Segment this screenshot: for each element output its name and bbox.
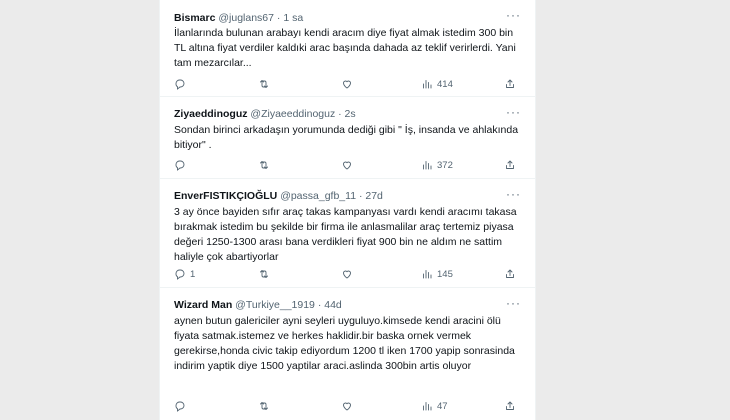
- tweet-actions: 372: [174, 158, 519, 172]
- more-icon[interactable]: ···: [506, 187, 521, 201]
- views-count: 145: [437, 268, 453, 280]
- author-name[interactable]: Bismarc: [174, 12, 215, 24]
- retweet-button[interactable]: [258, 399, 270, 413]
- tweet[interactable]: Bismarc @juglans67 · 1 sa ··· İlanlarınd…: [160, 0, 535, 97]
- tweet[interactable]: Ziyaeddinoguz @Ziyaeeddinoguz · 2s ··· S…: [160, 97, 535, 179]
- more-icon[interactable]: ···: [506, 296, 521, 310]
- tweet-actions: 414: [174, 77, 519, 91]
- tweet-text: İlanlarında bulunan arabayı kendi aracım…: [174, 27, 516, 69]
- reply-feed: Bismarc @juglans67 · 1 sa ··· İlanlarınd…: [159, 0, 536, 420]
- share-icon: [506, 401, 514, 410]
- views-icon: [423, 402, 432, 411]
- author-name[interactable]: EnverFISTIKÇIOĞLU: [174, 190, 277, 202]
- reply-icon: [175, 401, 185, 412]
- tweet-time[interactable]: · 2s: [338, 108, 356, 120]
- tweet-actions: 1 145: [174, 267, 519, 281]
- reply-button[interactable]: [174, 399, 190, 413]
- retweet-button[interactable]: [258, 77, 270, 91]
- like-button[interactable]: [341, 267, 353, 281]
- retweet-icon: [260, 80, 268, 88]
- tweet-text: aynen butun galericiler ayni seyleri uyg…: [174, 315, 515, 372]
- retweet-icon: [260, 402, 268, 410]
- views-button[interactable]: 372: [421, 158, 453, 172]
- share-button[interactable]: [504, 399, 516, 413]
- views-icon: [423, 161, 432, 170]
- tweet-time[interactable]: · 1 sa: [277, 12, 303, 24]
- share-icon: [506, 269, 514, 278]
- reply-button[interactable]: 1: [174, 267, 195, 281]
- tweet-header: Bismarc @juglans67 · 1 sa: [174, 12, 303, 24]
- like-button[interactable]: [341, 399, 353, 413]
- tweet[interactable]: Wizard Man @Turkiye__1919 · 44d ··· ayne…: [160, 288, 535, 420]
- share-button[interactable]: [504, 267, 516, 281]
- reply-button[interactable]: [174, 158, 190, 172]
- views-button[interactable]: 47: [421, 399, 448, 413]
- author-handle[interactable]: @passa_gfb_11: [280, 190, 356, 202]
- share-button[interactable]: [504, 158, 516, 172]
- author-name[interactable]: Ziyaeddinoguz: [174, 108, 248, 120]
- share-icon: [506, 79, 514, 88]
- like-button[interactable]: [341, 158, 353, 172]
- share-icon: [506, 160, 514, 169]
- retweet-button[interactable]: [258, 267, 270, 281]
- like-button[interactable]: [341, 77, 353, 91]
- tweet-header: Ziyaeddinoguz @Ziyaeeddinoguz · 2s: [174, 108, 356, 120]
- views-count: 414: [437, 78, 453, 90]
- views-button[interactable]: 145: [421, 267, 453, 281]
- tweet-time[interactable]: · 44d: [318, 299, 342, 311]
- author-name[interactable]: Wizard Man: [174, 299, 232, 311]
- tweet-actions: 47: [174, 399, 519, 413]
- retweet-icon: [260, 161, 268, 169]
- reply-count: 1: [190, 268, 196, 280]
- reply-button[interactable]: [174, 77, 190, 91]
- views-icon: [423, 270, 432, 279]
- reply-icon: [175, 79, 185, 90]
- views-count: 372: [437, 159, 453, 171]
- views-icon: [423, 80, 432, 89]
- views-button[interactable]: 414: [421, 77, 453, 91]
- author-handle[interactable]: @juglans67: [218, 12, 274, 24]
- like-icon: [343, 402, 351, 411]
- share-button[interactable]: [504, 77, 516, 91]
- tweet[interactable]: EnverFISTIKÇIOĞLU @passa_gfb_11 · 27d ··…: [160, 179, 535, 288]
- tweet-header: EnverFISTIKÇIOĞLU @passa_gfb_11 · 27d: [174, 190, 383, 202]
- like-icon: [343, 80, 351, 89]
- more-icon[interactable]: ···: [506, 105, 521, 119]
- retweet-button[interactable]: [258, 158, 270, 172]
- like-icon: [343, 161, 351, 170]
- like-icon: [343, 270, 351, 279]
- more-icon[interactable]: ···: [506, 8, 521, 22]
- author-handle[interactable]: @Turkiye__1919: [235, 299, 315, 311]
- tweet-header: Wizard Man @Turkiye__1919 · 44d: [174, 299, 342, 311]
- views-count: 47: [437, 400, 448, 412]
- tweet-text: Sondan birinci arkadaşın yorumunda dediğ…: [174, 124, 519, 151]
- retweet-icon: [260, 270, 268, 278]
- tweet-text: 3 ay önce bayiden sıfır araç takas kampa…: [174, 206, 517, 263]
- reply-icon: [175, 269, 185, 280]
- reply-icon: [175, 160, 185, 171]
- tweet-time[interactable]: · 27d: [359, 190, 383, 202]
- author-handle[interactable]: @Ziyaeeddinoguz: [250, 108, 335, 120]
